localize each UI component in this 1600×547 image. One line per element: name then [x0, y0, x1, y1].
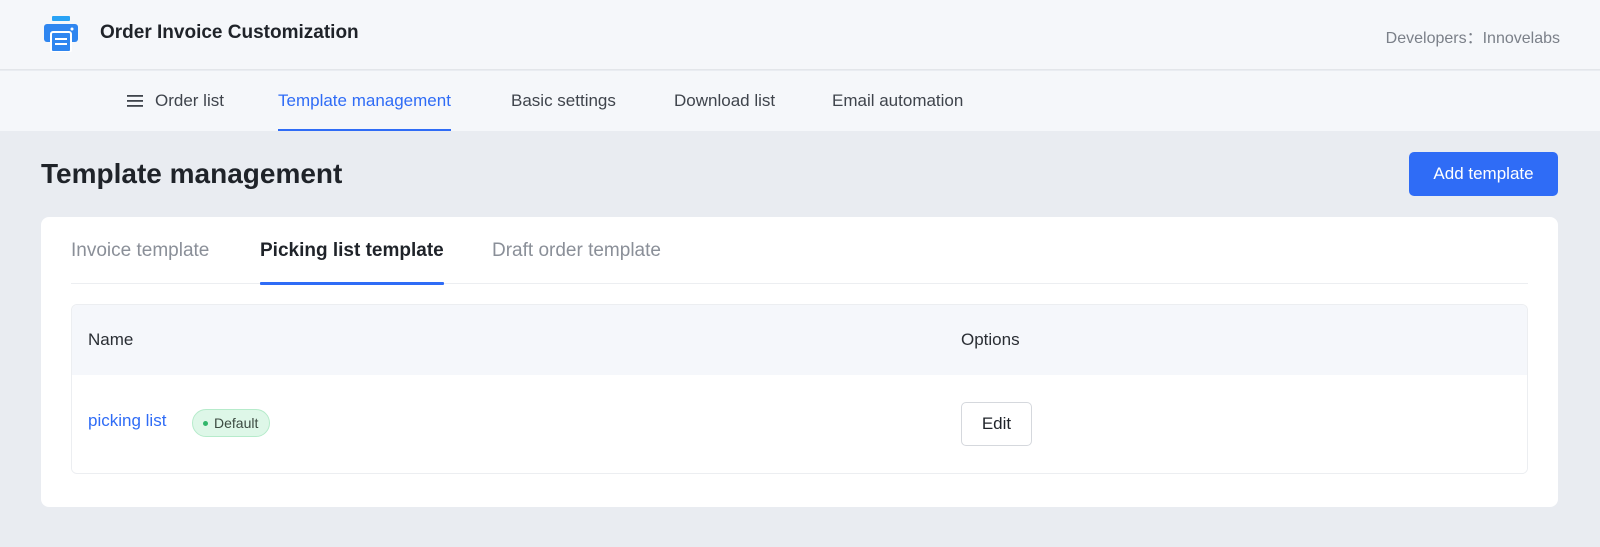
nav-item-label: Template management — [278, 91, 451, 110]
nav-item-label: Basic settings — [511, 91, 616, 110]
column-header-name: Name — [88, 330, 134, 349]
table-header: Name Options — [72, 305, 1527, 375]
templates-table: Name Options picking list Default Edit — [71, 304, 1528, 474]
template-name-link[interactable]: picking list — [88, 411, 166, 431]
status-dot-icon — [203, 420, 208, 426]
nav-item-order-list[interactable]: Order list — [127, 71, 224, 131]
printer-icon — [44, 16, 78, 52]
nav-item-label: Email automation — [832, 91, 964, 110]
app-title: Order Invoice Customization — [100, 22, 359, 43]
column-header-options: Options — [961, 330, 1020, 349]
template-tabs: Invoice template Picking list template D… — [71, 217, 1528, 285]
nav-bar: Order list Template management Basic set… — [0, 71, 1600, 131]
developer-info: Developers：Innovelabs — [1385, 30, 1560, 47]
nav-item-label: Download list — [674, 91, 776, 110]
nav-item-template-management[interactable]: Template management — [278, 71, 451, 131]
tab-draft-order-template[interactable]: Draft order template — [492, 217, 661, 284]
nav-item-basic-settings[interactable]: Basic settings — [511, 71, 616, 131]
menu-icon — [127, 95, 143, 107]
badge-label: Default — [214, 415, 259, 431]
tab-invoice-template[interactable]: Invoice template — [71, 217, 209, 284]
tab-picking-list-template[interactable]: Picking list template — [260, 217, 444, 285]
nav-item-label: Order list — [155, 91, 224, 110]
default-badge: Default — [192, 409, 271, 437]
app-header: Order Invoice Customization Developers：I… — [0, 0, 1600, 70]
add-template-button[interactable]: Add template — [1409, 152, 1558, 196]
edit-button[interactable]: Edit — [961, 402, 1032, 446]
page-title: Template management — [41, 158, 343, 189]
nav-item-download-list[interactable]: Download list — [674, 71, 775, 131]
templates-card: Invoice template Picking list template D… — [41, 217, 1558, 507]
table-row: picking list Default Edit — [72, 375, 1527, 473]
nav-item-email-automation[interactable]: Email automation — [832, 71, 963, 131]
